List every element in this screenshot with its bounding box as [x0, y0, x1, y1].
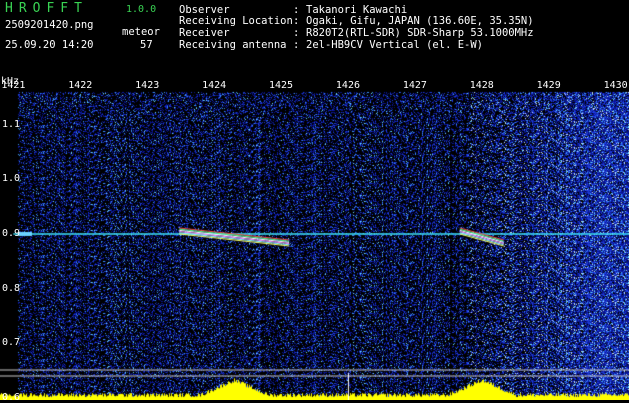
meteor-label: meteor	[122, 26, 160, 38]
x-tick-label: 1422	[68, 80, 93, 91]
x-tick-label: 1430	[603, 80, 628, 91]
x-tick-label: 1426	[335, 80, 360, 91]
info-value-receiver: R820T2(RTL-SDR) SDR-Sharp 53.1000MHz	[306, 27, 534, 39]
x-tick-label: 1424	[202, 80, 227, 91]
info-key-receiver: Receiver	[179, 27, 230, 39]
y-tick-label: 0.6	[2, 391, 21, 403]
spectrogram-panel: kHz 1421 1422 1423 1424 1425 1426 1427 1428 1429…	[0, 76, 629, 403]
info-value-antenna: 2el-HB9CV Vertical (el. E-W)	[306, 39, 484, 51]
y-tick-label: 0.8	[2, 282, 21, 294]
info-value-location: Ogaki, Gifu, JAPAN (136.60E, 35.35N)	[306, 15, 534, 27]
app-version: 1.0.0	[126, 4, 157, 15]
file-datetime: 25.09.20 14:20	[5, 39, 94, 51]
file-name: 2509201420.png	[5, 19, 94, 31]
y-tick-label: 1.0	[2, 173, 21, 185]
app-title: HROFFT	[5, 1, 88, 16]
meteor-count: 57	[140, 39, 153, 51]
info-sep: :	[293, 39, 300, 51]
x-tick-label: 1427	[402, 80, 427, 91]
y-tick-label: 0.9	[2, 227, 21, 239]
x-tick-label: 1428	[469, 80, 494, 91]
info-sep: :	[293, 27, 300, 39]
x-tick-label: 1421	[1, 80, 26, 91]
x-tick-label: 1425	[268, 80, 294, 91]
info-key-antenna: Receiving antenna	[179, 39, 287, 51]
header: HROFFT 1.0.0 2509201420.png meteor 25.09…	[0, 0, 629, 76]
x-tick-label: 1423	[135, 80, 160, 91]
x-tick-label: 1429	[536, 80, 561, 91]
y-tick-label: 0.7	[2, 337, 21, 349]
info-sep: :	[293, 15, 300, 27]
y-tick-label: 1.1	[2, 118, 21, 130]
info-key-location: Receiving Location	[179, 15, 293, 27]
spectrogram-canvas	[0, 76, 629, 400]
